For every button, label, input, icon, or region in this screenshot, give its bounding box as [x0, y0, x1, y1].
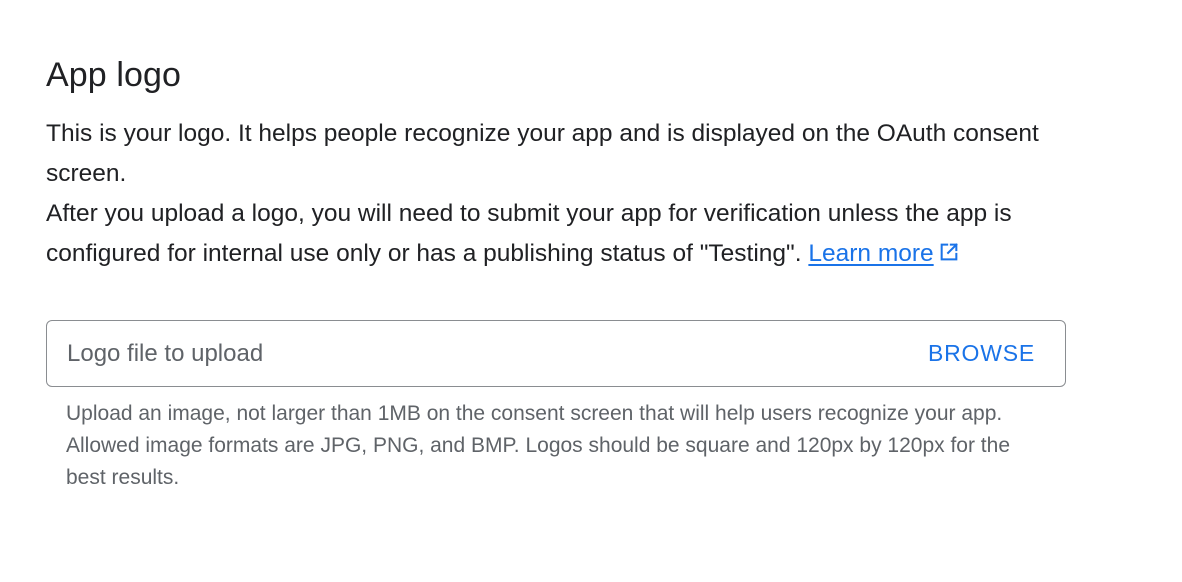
learn-more-link[interactable]: Learn more: [808, 240, 933, 267]
section-description: This is your logo. It helps people recog…: [46, 114, 1086, 276]
section-title: App logo: [46, 56, 182, 94]
logo-file-input[interactable]: Logo file to upload BROWSE: [46, 320, 1066, 387]
app-logo-section: App logo This is your logo. It helps peo…: [46, 52, 1086, 276]
learn-more-label: Learn more: [808, 240, 934, 267]
logo-file-placeholder: Logo file to upload: [67, 339, 264, 367]
upload-hint-text: Upload an image, not larger than 1MB on …: [66, 402, 1010, 489]
description-line-1: This is your logo. It helps people recog…: [46, 120, 1039, 187]
open-in-new-icon[interactable]: [938, 236, 960, 276]
browse-button[interactable]: BROWSE: [928, 340, 1035, 367]
